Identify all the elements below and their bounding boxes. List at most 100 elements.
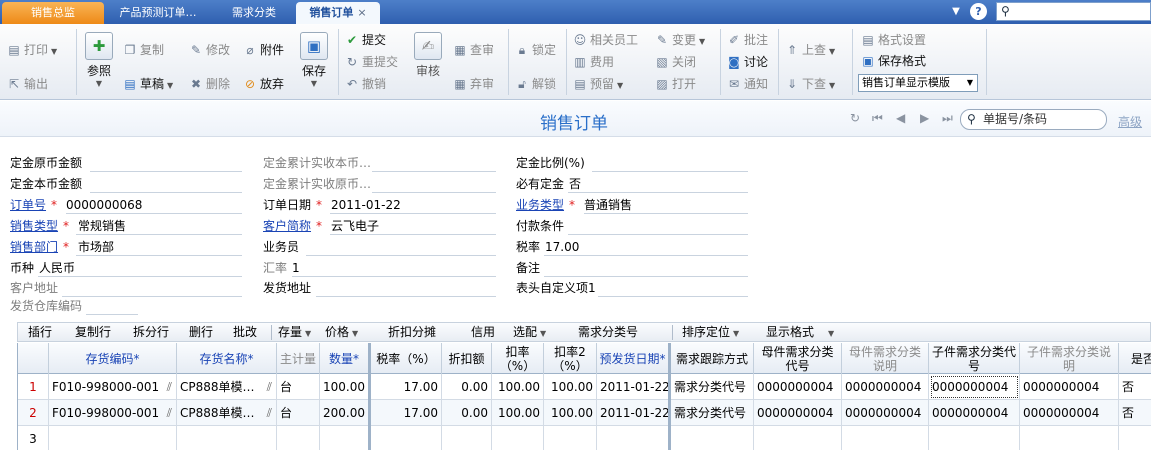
table-row[interactable]: 1 F010-998000-001 ⫽ CP888单模… ⫽ 台 100.00 17… (18, 374, 1151, 400)
unit-cell[interactable]: 台 (277, 374, 320, 400)
copy-row-button[interactable]: 复制行 (75, 324, 111, 341)
currency-field[interactable]: 币种 人民币 (10, 259, 75, 277)
prev-query-button[interactable]: ⇑ 上查 ▼ (784, 40, 835, 60)
copy-button[interactable]: ❐ 复制 (122, 40, 164, 60)
demand-track-cell[interactable] (671, 426, 754, 450)
next-record-icon[interactable]: ▶ (920, 111, 929, 125)
col-header-is[interactable]: 是否 (1119, 343, 1151, 374)
next-query-button[interactable]: ⇓ 下查 ▼ (784, 74, 835, 94)
delete-button[interactable]: ✖ 删除 (188, 74, 230, 94)
business-type-field[interactable]: 业务类型 * 普通销售 (516, 196, 632, 214)
doc-search-input[interactable]: ⚲ 单据号/条码 (960, 109, 1107, 130)
col-header-ship-date[interactable]: 预发货日期* (597, 343, 671, 374)
stock-button[interactable]: 存量 ▼ (278, 324, 311, 342)
col-header-demand-track[interactable]: 需求跟踪方式 (671, 343, 754, 374)
export-button[interactable]: ⇱ 输出 (6, 74, 48, 94)
col-header-discount2[interactable]: 扣率2 （%） (544, 343, 597, 374)
tab-forecast-order[interactable]: 产品预测订单… (104, 2, 212, 24)
parent-no-cell[interactable]: 0000000004 (754, 400, 842, 426)
discount1-cell[interactable]: 100.00 (492, 400, 544, 426)
col-header-tax-rate[interactable]: 税率（%） (371, 343, 442, 374)
save-button[interactable]: ▣ 保存 ▼ (296, 32, 332, 88)
last-record-icon[interactable]: ⏭ (942, 111, 953, 126)
notify-button[interactable]: ✉ 通知 (726, 74, 768, 94)
cost-button[interactable]: ▥ 费用 (572, 52, 614, 72)
col-header-item-name[interactable]: 存货名称* (177, 343, 277, 374)
allocate-button[interactable]: 选配 ▼ (513, 324, 546, 342)
tab-demand-class[interactable]: 需求分类 (212, 2, 296, 24)
col-header-child-no[interactable]: 子件需求分类代 号 (929, 343, 1020, 374)
child-desc-cell[interactable] (1020, 426, 1119, 450)
batch-change-button[interactable]: 批改 (233, 324, 257, 341)
related-staff-button[interactable]: ☺ 相关员工 (572, 30, 638, 50)
save-format-button[interactable]: ▣ 保存格式 (860, 51, 926, 71)
advanced-search-link[interactable]: 高级 (1118, 113, 1142, 130)
template-select[interactable]: 销售订单显示模版 ▼ (858, 74, 978, 92)
submit-button[interactable]: ✔ 提交 (344, 30, 386, 50)
split-row-button[interactable]: 拆分行 (133, 324, 169, 341)
parent-no-cell[interactable]: 0000000004 (754, 374, 842, 400)
customer-field[interactable]: 客户简称 * 云飞电子 (263, 217, 379, 235)
sort-position-button[interactable]: 排序定位 ▼ (682, 324, 739, 342)
order-date-field[interactable]: 订单日期 * 2011-01-22 (263, 196, 401, 214)
deposit-ratio-field[interactable]: 定金比例(%) (516, 154, 585, 172)
tax-rate-cell[interactable]: 17.00 (371, 374, 442, 400)
first-record-icon[interactable]: ⏮ (872, 111, 883, 126)
tax-rate-cell[interactable] (371, 426, 442, 450)
check-audit-button[interactable]: ▦ 查审 (452, 40, 494, 60)
order-no-field[interactable]: 订单号 * 0000000068 (10, 196, 142, 214)
unlock-button[interactable]: 🔓︎ 解锁 (514, 74, 556, 94)
item-name-cell[interactable]: CP888单模… ⫽ (177, 400, 277, 426)
qty-cell[interactable] (320, 426, 371, 450)
tax-rate-cell[interactable]: 17.00 (371, 400, 442, 426)
remark-field[interactable]: 备注 (516, 259, 540, 277)
discount1-cell[interactable] (492, 426, 544, 450)
audit-button[interactable]: ✍ 审核 (410, 32, 446, 79)
dropdown-icon[interactable]: ▼ (948, 4, 964, 20)
discount-amt-cell[interactable]: 0.00 (442, 374, 492, 400)
child-no-cell[interactable] (929, 426, 1020, 450)
resubmit-button[interactable]: ↻ 重提交 (344, 52, 398, 72)
demand-track-cell[interactable]: 需求分类代号 (671, 400, 754, 426)
reference-button[interactable]: ✚ 参照 ▼ (82, 32, 116, 88)
item-code-cell[interactable]: F010-998000-001 ⫽ (49, 374, 177, 400)
child-no-cell[interactable]: 0000000004 (929, 400, 1020, 426)
close-icon[interactable]: × (357, 6, 366, 19)
annotate-button[interactable]: ✐ 批注 (726, 30, 768, 50)
required-deposit-field[interactable]: 必有定金否 (516, 175, 581, 193)
table-row[interactable]: 2 F010-998000-001 ⫽ CP888单模… ⫽ 台 200.00 17… (18, 400, 1151, 426)
refresh-icon[interactable]: ↻ (850, 111, 860, 125)
paperclip-icon[interactable]: ⫽ (267, 400, 272, 426)
customer-addr-field[interactable]: 客户地址 (10, 279, 58, 297)
discount2-cell[interactable]: 100.00 (544, 400, 597, 426)
col-header-parent-no[interactable]: 母件需求分类 代号 (754, 343, 842, 374)
col-header-item-code[interactable]: 存货编码* (49, 343, 177, 374)
paperclip-icon[interactable]: ⫽ (267, 374, 272, 400)
is-cell[interactable]: 否 (1119, 400, 1151, 426)
abandon-button[interactable]: ⊘ 放弃 (242, 74, 284, 94)
price-button[interactable]: 价格 ▼ (325, 324, 358, 342)
close-order-button[interactable]: ▧ 关闭 (654, 52, 696, 72)
payment-terms-field[interactable]: 付款条件 (516, 217, 564, 235)
help-icon[interactable]: ? (970, 3, 987, 20)
child-desc-cell[interactable]: 0000000004 (1020, 400, 1119, 426)
demand-class-no-button[interactable]: 需求分类号 (578, 324, 638, 341)
sales-type-field[interactable]: 销售类型 * 常规销售 (10, 217, 126, 235)
reserve-button[interactable]: ▤ 预留 ▼ (572, 74, 623, 94)
ship-date-cell[interactable]: 2011-01-22 (597, 374, 671, 400)
draft-button[interactable]: ▤ 草稿 ▼ (122, 74, 173, 94)
paperclip-icon[interactable]: ⫽ (167, 400, 172, 426)
exchange-rate-field[interactable]: 汇率 1 (263, 259, 300, 277)
discard-audit-button[interactable]: ▦ 弃审 (452, 74, 494, 94)
qty-cell[interactable]: 100.00 (320, 374, 371, 400)
tab-sales-order[interactable]: 销售订单 × (296, 2, 380, 24)
insert-row-button[interactable]: 插行 (28, 324, 52, 341)
col-header-discount1[interactable]: 扣率 （%） (492, 343, 544, 374)
warehouse-code-field[interactable]: 发货仓库编码 (10, 297, 82, 315)
child-no-cell[interactable]: 0000000004 (929, 374, 1020, 400)
open-order-button[interactable]: ▨ 打开 (654, 74, 696, 94)
format-settings-button[interactable]: ▤ 格式设置 (860, 30, 926, 50)
tax-rate-field[interactable]: 税率 17.00 (516, 238, 579, 256)
prev-record-icon[interactable]: ◀ (896, 111, 905, 125)
parent-no-cell[interactable] (754, 426, 842, 450)
